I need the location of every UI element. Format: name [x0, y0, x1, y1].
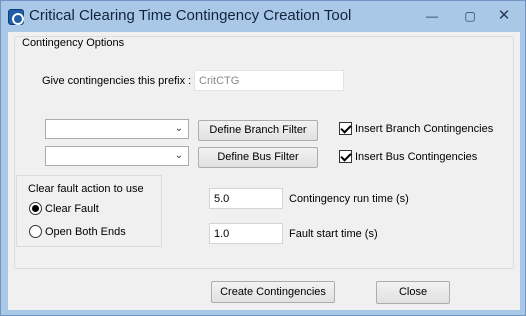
fault-start-input[interactable]: [209, 223, 283, 244]
bus-filter-dropdown[interactable]: ⌄: [45, 146, 189, 166]
window-client-area: Contingency Options Give contingencies t…: [8, 32, 520, 310]
fault-action-label: Clear fault action to use: [28, 183, 144, 195]
create-contingencies-button[interactable]: Create Contingencies: [211, 281, 335, 303]
tool-window: Critical Clearing Time Contingency Creat…: [0, 0, 526, 316]
insert-branch-checkbox[interactable]: [339, 122, 352, 135]
contingency-options-legend: Contingency Options: [20, 37, 127, 49]
window-title: Critical Clearing Time Contingency Creat…: [29, 7, 352, 24]
close-button[interactable]: Close: [376, 281, 450, 304]
close-window-button[interactable]: ✕: [491, 7, 517, 25]
insert-bus-checkbox[interactable]: [339, 150, 352, 163]
open-both-ends-label: Open Both Ends: [45, 226, 126, 238]
run-time-input[interactable]: [209, 188, 283, 209]
clear-fault-radio[interactable]: [29, 202, 42, 215]
minimize-button[interactable]: —: [419, 7, 445, 25]
insert-branch-label: Insert Branch Contingencies: [355, 123, 494, 135]
chevron-down-icon: ⌄: [174, 150, 184, 161]
title-bar[interactable]: Critical Clearing Time Contingency Creat…: [1, 1, 525, 31]
open-both-ends-radio[interactable]: [29, 225, 42, 238]
insert-bus-label: Insert Bus Contingencies: [355, 151, 478, 163]
fault-start-label: Fault start time (s): [289, 228, 378, 240]
chevron-down-icon: ⌄: [174, 123, 184, 134]
run-time-label: Contingency run time (s): [289, 193, 409, 205]
maximize-button[interactable]: ▢: [457, 7, 483, 25]
define-bus-filter-button[interactable]: Define Bus Filter: [198, 147, 318, 168]
prefix-input[interactable]: [194, 70, 344, 91]
clear-fault-label: Clear Fault: [45, 203, 99, 215]
prefix-label: Give contingencies this prefix :: [42, 75, 192, 87]
branch-filter-dropdown[interactable]: ⌄: [45, 119, 189, 139]
define-branch-filter-button[interactable]: Define Branch Filter: [198, 120, 318, 141]
app-logo-icon: [8, 9, 24, 25]
